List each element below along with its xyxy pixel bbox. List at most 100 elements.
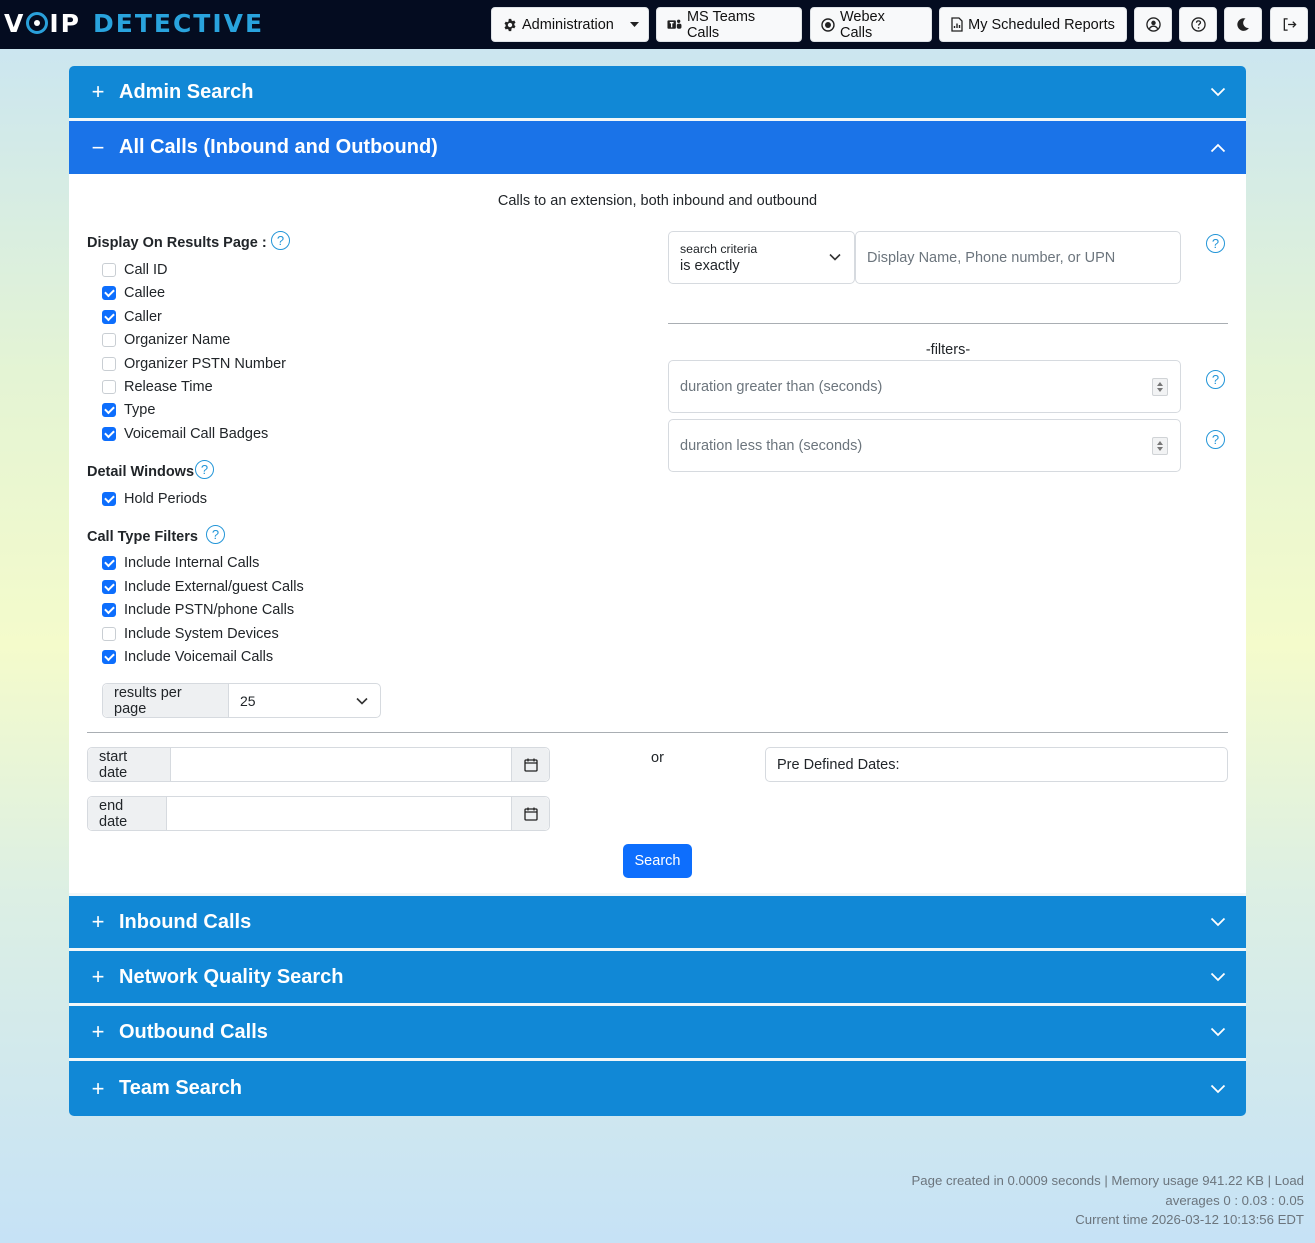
admin-search-header[interactable]: + Admin Search [69, 66, 1246, 121]
calendar-icon [523, 807, 538, 821]
brand-text-ip: IP [49, 8, 81, 38]
brand-logo[interactable]: V IP DETECTIVE [4, 6, 264, 40]
checkbox-include-external-guest-calls[interactable]: Include External/guest Calls [102, 579, 304, 595]
checkbox-box[interactable] [102, 333, 116, 347]
predefined-dates-select[interactable]: Pre Defined Dates: [765, 747, 1228, 782]
network-quality-search-header[interactable]: + Network Quality Search [69, 951, 1246, 1006]
duration-less-than-placeholder: duration less than (seconds) [680, 437, 863, 454]
duration-greater-than-input[interactable]: duration greater than (seconds) [668, 360, 1181, 413]
page-footer: Page created in 0.0009 seconds | Memory … [904, 1171, 1304, 1230]
checkbox-include-system-devices[interactable]: Include System Devices [102, 626, 279, 642]
checkbox-caller[interactable]: Caller [102, 309, 162, 325]
checkbox-call-id[interactable]: Call ID [102, 262, 168, 278]
brand-text-detective: DETECTIVE [92, 8, 265, 38]
network-quality-search-title: Network Quality Search [119, 965, 344, 988]
inbound-calls-title: Inbound Calls [119, 910, 252, 933]
checkbox-box[interactable] [102, 603, 116, 617]
checkbox-organizer-name[interactable]: Organizer Name [102, 332, 230, 348]
search-criteria-select[interactable]: search criteria is exactly [668, 231, 855, 284]
duration-less-help-icon[interactable]: ? [1206, 430, 1225, 449]
number-spinner-icon[interactable] [1152, 436, 1168, 455]
checkbox-box[interactable] [102, 627, 116, 641]
all-calls-panel: Calls to an extension, both inbound and … [69, 174, 1246, 896]
checkbox-include-internal-calls[interactable]: Include Internal Calls [102, 555, 259, 571]
checkbox-box[interactable] [102, 263, 116, 277]
checkbox-type[interactable]: Type [102, 402, 155, 418]
my-scheduled-reports-label: My Scheduled Reports [968, 16, 1115, 33]
end-date-group: end date [87, 796, 550, 831]
outbound-calls-header[interactable]: + Outbound Calls [69, 1006, 1246, 1061]
detail-windows-help-icon[interactable]: ? [195, 460, 214, 479]
all-calls-description: Calls to an extension, both inbound and … [497, 193, 818, 209]
duration-less-than-input[interactable]: duration less than (seconds) [668, 419, 1181, 472]
footer-current-time: Current time 2026-03-12 10:13:56 EDT [1075, 1212, 1304, 1227]
checkbox-box[interactable] [102, 492, 116, 506]
record-icon [821, 17, 835, 32]
chevron-down-icon [1210, 972, 1226, 982]
user-profile-button[interactable] [1134, 7, 1172, 42]
checkbox-box[interactable] [102, 286, 116, 300]
checkbox-box[interactable] [102, 556, 116, 570]
chevron-down-icon [356, 697, 368, 705]
number-spinner-icon[interactable] [1152, 377, 1168, 396]
duration-greater-help-icon[interactable]: ? [1206, 370, 1225, 389]
checkbox-release-time[interactable]: Release Time [102, 379, 213, 395]
end-date-calendar-button[interactable] [511, 797, 549, 830]
ms-teams-calls-label: MS Teams Calls [686, 8, 756, 41]
help-button[interactable] [1179, 7, 1217, 42]
administration-dropdown-button[interactable]: Administration [491, 7, 649, 42]
checkbox-box[interactable] [102, 403, 116, 417]
detail-windows-label: Detail Windows [87, 464, 195, 480]
display-help-icon[interactable]: ? [271, 231, 290, 250]
calendar-icon [523, 758, 538, 772]
theme-toggle-button[interactable] [1224, 7, 1262, 42]
all-calls-title: All Calls (Inbound and Outbound) [119, 136, 438, 158]
checkbox-organizer-pstn-number[interactable]: Organizer PSTN Number [102, 356, 286, 372]
checkbox-box[interactable] [102, 357, 116, 371]
team-search-header[interactable]: + Team Search [69, 1061, 1246, 1116]
all-calls-header[interactable]: − All Calls (Inbound and Outbound) [69, 121, 1246, 174]
checkbox-include-pstn-phone-calls[interactable]: Include PSTN/phone Calls [102, 602, 294, 618]
brand-text-v: V [4, 8, 26, 38]
expand-plus-icon: + [91, 964, 105, 989]
checkbox-hold-periods[interactable]: Hold Periods [102, 491, 207, 507]
start-date-input[interactable] [171, 748, 511, 781]
search-criteria-help-icon[interactable]: ? [1206, 234, 1225, 253]
chevron-down-icon [1210, 917, 1226, 927]
admin-search-title: Admin Search [119, 80, 254, 103]
end-date-input[interactable] [167, 797, 511, 830]
filters-label: -filters- [925, 342, 971, 358]
search-term-input[interactable]: Display Name, Phone number, or UPN [855, 231, 1181, 284]
logout-button[interactable] [1270, 7, 1308, 42]
call-type-help-icon[interactable]: ? [206, 525, 225, 544]
checkbox-box[interactable] [102, 380, 116, 394]
webex-calls-label: Webex Calls [839, 8, 885, 41]
my-scheduled-reports-button[interactable]: My Scheduled Reports [939, 7, 1127, 42]
checkbox-box[interactable] [102, 580, 116, 594]
search-term-placeholder: Display Name, Phone number, or UPN [867, 249, 1116, 266]
start-date-calendar-button[interactable] [511, 748, 549, 781]
expand-plus-icon: + [91, 909, 105, 934]
outbound-calls-title: Outbound Calls [119, 1020, 268, 1043]
webex-calls-button[interactable]: Webex Calls [810, 7, 932, 42]
results-per-page-value: 25 [240, 692, 256, 709]
checkbox-box[interactable] [102, 650, 116, 664]
search-button[interactable]: Search [623, 844, 692, 878]
ms-teams-calls-button[interactable]: MS Teams Calls [656, 7, 802, 42]
checkbox-include-voicemail-calls[interactable]: Include Voicemail Calls [102, 649, 273, 665]
checkbox-box[interactable] [102, 310, 116, 324]
search-criteria-label: search criteria [680, 241, 758, 256]
divider [87, 732, 1228, 733]
brand-o-icon [26, 12, 49, 34]
logout-icon [1283, 18, 1297, 31]
question-circle-icon [1190, 17, 1206, 32]
checkbox-callee[interactable]: Callee [102, 285, 165, 301]
duration-greater-than-placeholder: duration greater than (seconds) [680, 378, 883, 395]
checkbox-voicemail-call-badges[interactable]: Voicemail Call Badges [102, 426, 268, 442]
checkbox-box[interactable] [102, 427, 116, 441]
predefined-dates-label: Pre Defined Dates: [777, 756, 900, 773]
chevron-down-icon [1210, 1084, 1226, 1093]
inbound-calls-header[interactable]: + Inbound Calls [69, 896, 1246, 951]
footer-performance-line: Page created in 0.0009 seconds | Memory … [911, 1173, 1304, 1188]
results-per-page-select[interactable]: 25 [229, 684, 380, 717]
